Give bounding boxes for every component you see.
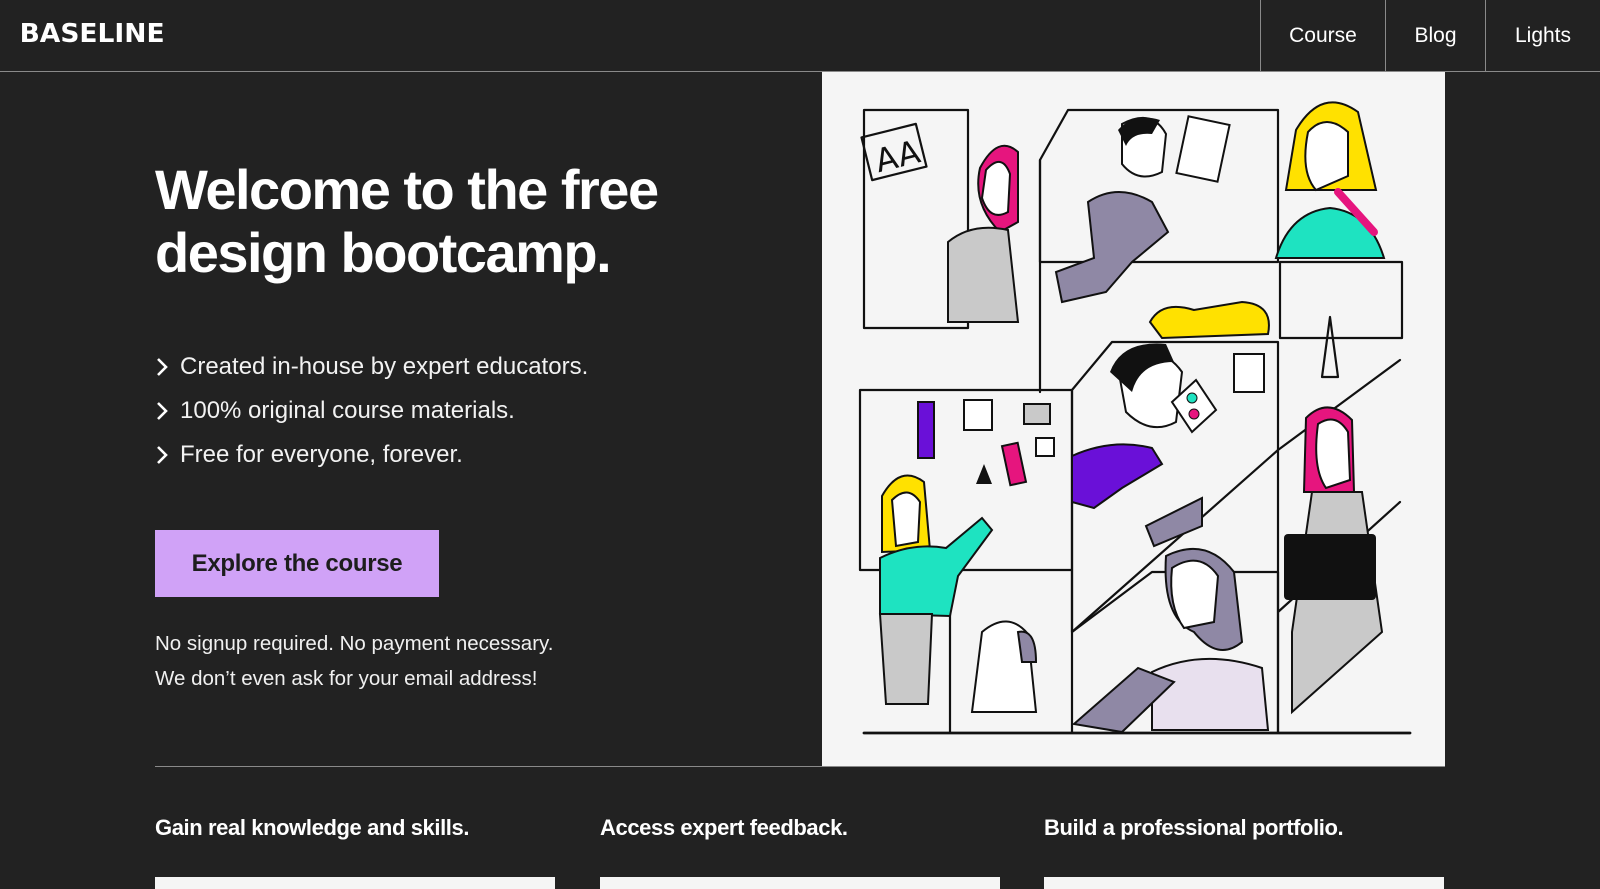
signup-note: No signup required. No payment necessary… <box>155 626 553 696</box>
benefit-title-feedback: Access expert feedback. <box>600 815 848 840</box>
desk-box <box>1278 260 1404 340</box>
person-pink-hair-top-left <box>947 144 1020 323</box>
monitor-label: AA <box>871 132 924 180</box>
hero-title-line-1: Welcome to the free <box>155 158 659 221</box>
benefit-card-portfolio <box>1044 877 1444 889</box>
benefit-card-knowledge <box>155 877 555 889</box>
feature-text: Created in-house by expert educators. <box>180 353 589 380</box>
chevron-right-icon <box>155 355 175 379</box>
feature-item: Free for everyone, forever. <box>155 433 588 477</box>
person-teal-shirt-lower-left <box>878 474 994 705</box>
pink-note <box>1000 441 1028 487</box>
purple-cup <box>917 401 935 459</box>
main-nav: Course Blog Lights <box>1260 0 1600 71</box>
person-grey-hair-bottom <box>1071 547 1270 734</box>
top-navigation-bar: BASELINE Course Blog Lights <box>0 0 1600 72</box>
yellow-cat <box>1148 300 1270 340</box>
feature-text: 100% original course materials. <box>180 397 515 424</box>
baseline-logo[interactable]: BASELINE <box>20 20 165 48</box>
person-purple-shirt-middle <box>1071 343 1218 548</box>
feature-item: 100% original course materials. <box>155 389 588 433</box>
feature-list: Created in-house by expert educators. 10… <box>155 345 588 477</box>
section-divider <box>155 766 1445 767</box>
benefit-title-portfolio: Build a professional portfolio. <box>1044 815 1344 840</box>
nav-blog[interactable]: Blog <box>1385 0 1485 71</box>
signup-note-line-2: We don’t even ask for your email address… <box>155 667 538 690</box>
chevron-right-icon <box>155 399 175 423</box>
nav-lights-toggle[interactable]: Lights <box>1485 0 1600 71</box>
hero-illustration: AA <box>822 72 1445 767</box>
feature-item: Created in-house by expert educators. <box>155 345 588 389</box>
chevron-right-icon <box>155 443 175 467</box>
signup-note-line-1: No signup required. No payment necessary… <box>155 632 554 655</box>
nav-course[interactable]: Course <box>1260 0 1385 71</box>
benefit-card-feedback <box>600 877 1000 889</box>
explore-course-button[interactable]: Explore the course <box>155 530 439 597</box>
hero-title: Welcome to the free design bootcamp. <box>155 158 775 284</box>
person-pink-hair-walking <box>1284 406 1384 715</box>
people-working-illustration: AA <box>858 101 1412 735</box>
benefit-title-knowledge: Gain real knowledge and skills. <box>155 815 470 840</box>
person-yellow-hair-top-right <box>1274 101 1386 259</box>
hero-title-line-2: design bootcamp. <box>155 221 612 284</box>
person-purple-top-middle <box>1054 115 1231 304</box>
dog <box>970 620 1038 713</box>
feature-text: Free for everyone, forever. <box>180 441 463 468</box>
